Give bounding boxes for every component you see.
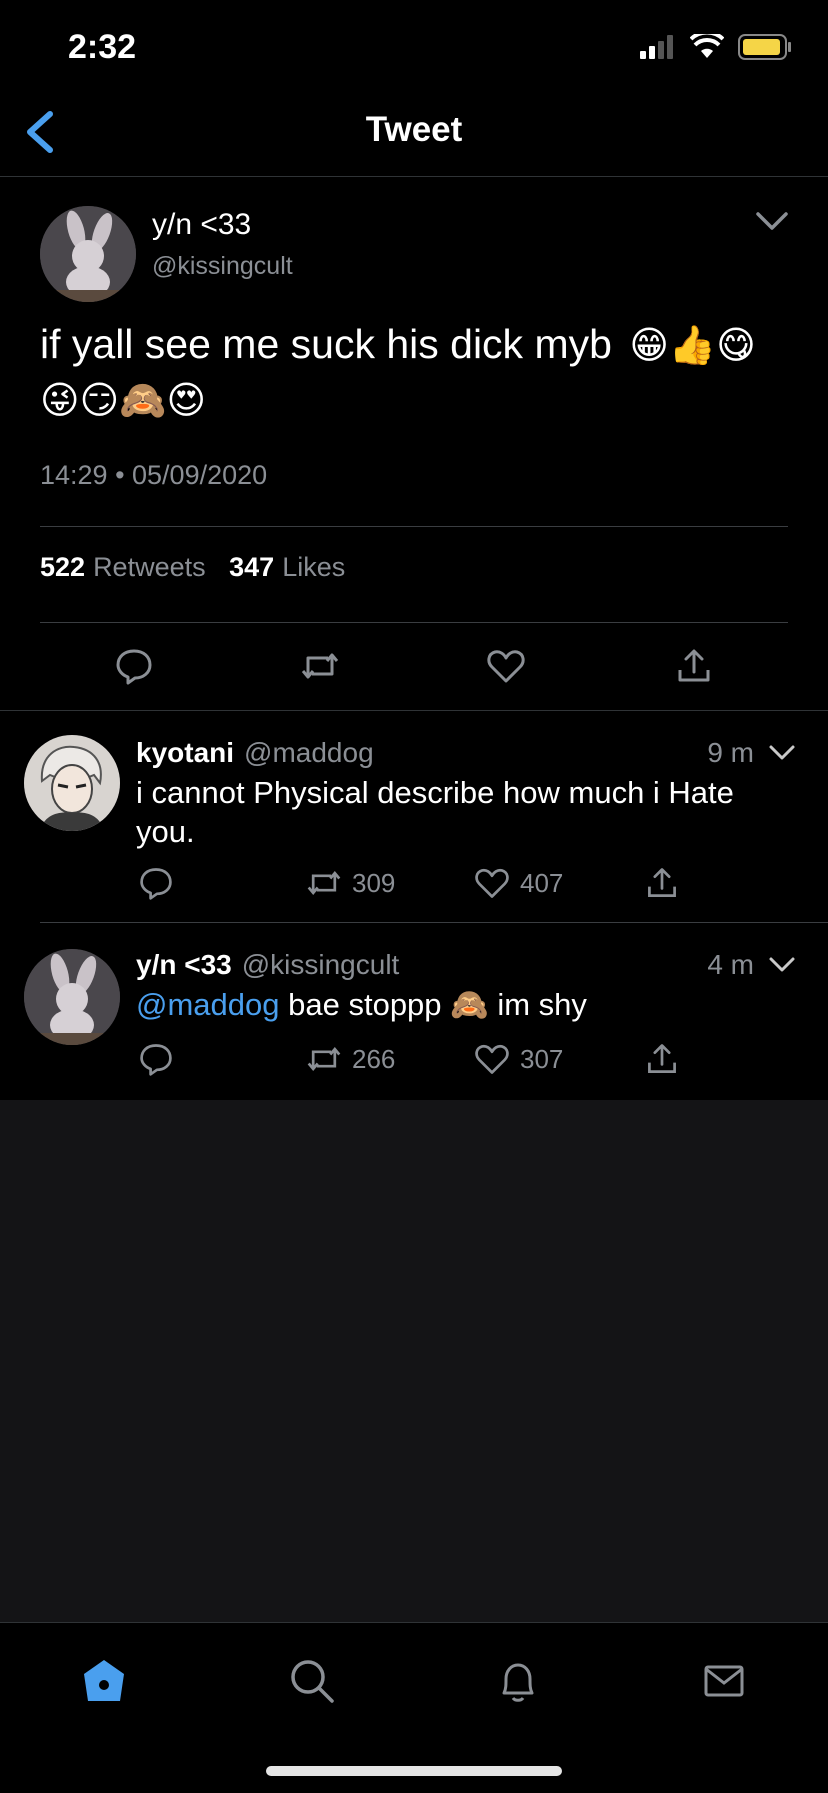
search-icon xyxy=(291,1660,334,1703)
reply-avatar[interactable] xyxy=(24,949,120,1045)
retweet-button[interactable]: 266 xyxy=(306,1041,395,1077)
like-button[interactable]: 407 xyxy=(474,865,563,901)
like-button[interactable] xyxy=(486,646,526,686)
divider xyxy=(40,526,788,527)
reply-text: i cannot Physical describe how much i Ha… xyxy=(136,775,734,849)
chevron-down-icon xyxy=(769,957,795,972)
share-icon xyxy=(648,1044,676,1073)
navigation-bar: Tweet xyxy=(0,100,828,177)
share-icon xyxy=(648,868,676,897)
tab-home[interactable] xyxy=(80,1657,128,1705)
reply-icon xyxy=(140,1044,172,1076)
reply-icon xyxy=(116,649,152,685)
reply-button[interactable] xyxy=(114,646,154,686)
reply-body: bae stoppp 🙈 im shy xyxy=(288,987,587,1022)
reply-options-button[interactable] xyxy=(768,955,796,975)
tweet-text: if yall see me suck his dick myb 😁👍😋 😜😏🙈… xyxy=(40,318,800,428)
tab-notifications[interactable] xyxy=(494,1657,542,1705)
reply-name: y/n <33 xyxy=(136,949,232,980)
messages-icon xyxy=(704,1665,744,1697)
author-handle[interactable]: @kissingcult xyxy=(152,252,293,281)
tweet-body: if yall see me suck his dick myb xyxy=(40,321,612,367)
share-button[interactable] xyxy=(674,646,714,686)
signal-icon xyxy=(640,35,673,59)
tweet-timestamp: 14:29 • 05/09/2020 xyxy=(40,460,268,490)
notifications-icon xyxy=(502,1663,534,1702)
tweet-stats: 522 Retweets 347 Likes xyxy=(40,552,345,583)
reply-text: @maddog bae stoppp 🙈 im shy xyxy=(136,985,786,1024)
author-name[interactable]: y/n <33 xyxy=(152,208,251,242)
likes-stat[interactable]: 347 Likes xyxy=(229,552,345,582)
reply-author[interactable]: kyotani @maddog xyxy=(136,737,374,769)
reply-button[interactable] xyxy=(138,1041,174,1077)
share-button[interactable] xyxy=(644,865,680,901)
like-icon xyxy=(487,650,525,683)
reply-author[interactable]: y/n <33 @kissingcult xyxy=(136,949,399,981)
retweet-button[interactable] xyxy=(300,646,340,686)
divider xyxy=(40,622,788,623)
like-icon xyxy=(475,1044,509,1074)
tab-messages[interactable] xyxy=(700,1657,748,1705)
avatar[interactable] xyxy=(40,206,136,302)
chevron-down-icon xyxy=(756,212,788,230)
wifi-icon xyxy=(690,34,724,58)
reply-tweet[interactable]: y/n <33 @kissingcult 4 m @maddog bae stop… xyxy=(0,923,828,1099)
chevron-down-icon xyxy=(769,745,795,760)
reply-tweet[interactable]: kyotani @maddog 9 m i cannot Physical des… xyxy=(0,711,828,921)
tweet-options-button[interactable] xyxy=(754,210,790,234)
retweets-stat[interactable]: 522 Retweets xyxy=(40,552,206,582)
battery-icon xyxy=(738,34,791,60)
reply-avatar[interactable] xyxy=(24,735,120,831)
retweet-icon xyxy=(307,870,341,896)
tweet-emojis-1: 😁👍😋 xyxy=(629,325,756,367)
like-icon xyxy=(475,868,509,898)
reply-name: kyotani xyxy=(136,737,235,768)
anime-boy-avatar-icon xyxy=(24,735,120,831)
reply-icon xyxy=(140,868,172,900)
reply-handle: @kissingcult xyxy=(241,949,400,980)
like-button[interactable]: 307 xyxy=(474,1041,563,1077)
mention-link[interactable]: @maddog xyxy=(136,987,280,1022)
retweet-button[interactable]: 309 xyxy=(306,865,395,901)
reply-options-button[interactable] xyxy=(768,743,796,763)
bunny-avatar-icon xyxy=(24,949,120,1045)
share-icon xyxy=(678,649,710,682)
tweet-emojis-2: 😜😏🙈😍 xyxy=(40,380,207,422)
home-indicator[interactable] xyxy=(266,1766,562,1776)
page-title: Tweet xyxy=(365,110,463,149)
retweet-count: 309 xyxy=(352,867,396,898)
reply-time: 4 m xyxy=(707,949,754,980)
share-button[interactable] xyxy=(644,1041,680,1077)
bunny-avatar-icon xyxy=(40,206,136,302)
retweet-icon xyxy=(301,653,339,679)
like-count: 407 xyxy=(520,867,564,898)
reply-handle: @maddog xyxy=(244,737,374,768)
retweet-icon xyxy=(307,1046,341,1072)
like-count: 307 xyxy=(520,1043,564,1074)
reply-button[interactable] xyxy=(138,865,174,901)
reply-time: 9 m xyxy=(707,737,754,768)
retweet-count: 266 xyxy=(352,1043,396,1074)
status-icons xyxy=(640,34,792,60)
status-time: 2:32 xyxy=(68,28,137,66)
home-icon xyxy=(84,1660,124,1701)
tab-search[interactable] xyxy=(288,1657,336,1705)
